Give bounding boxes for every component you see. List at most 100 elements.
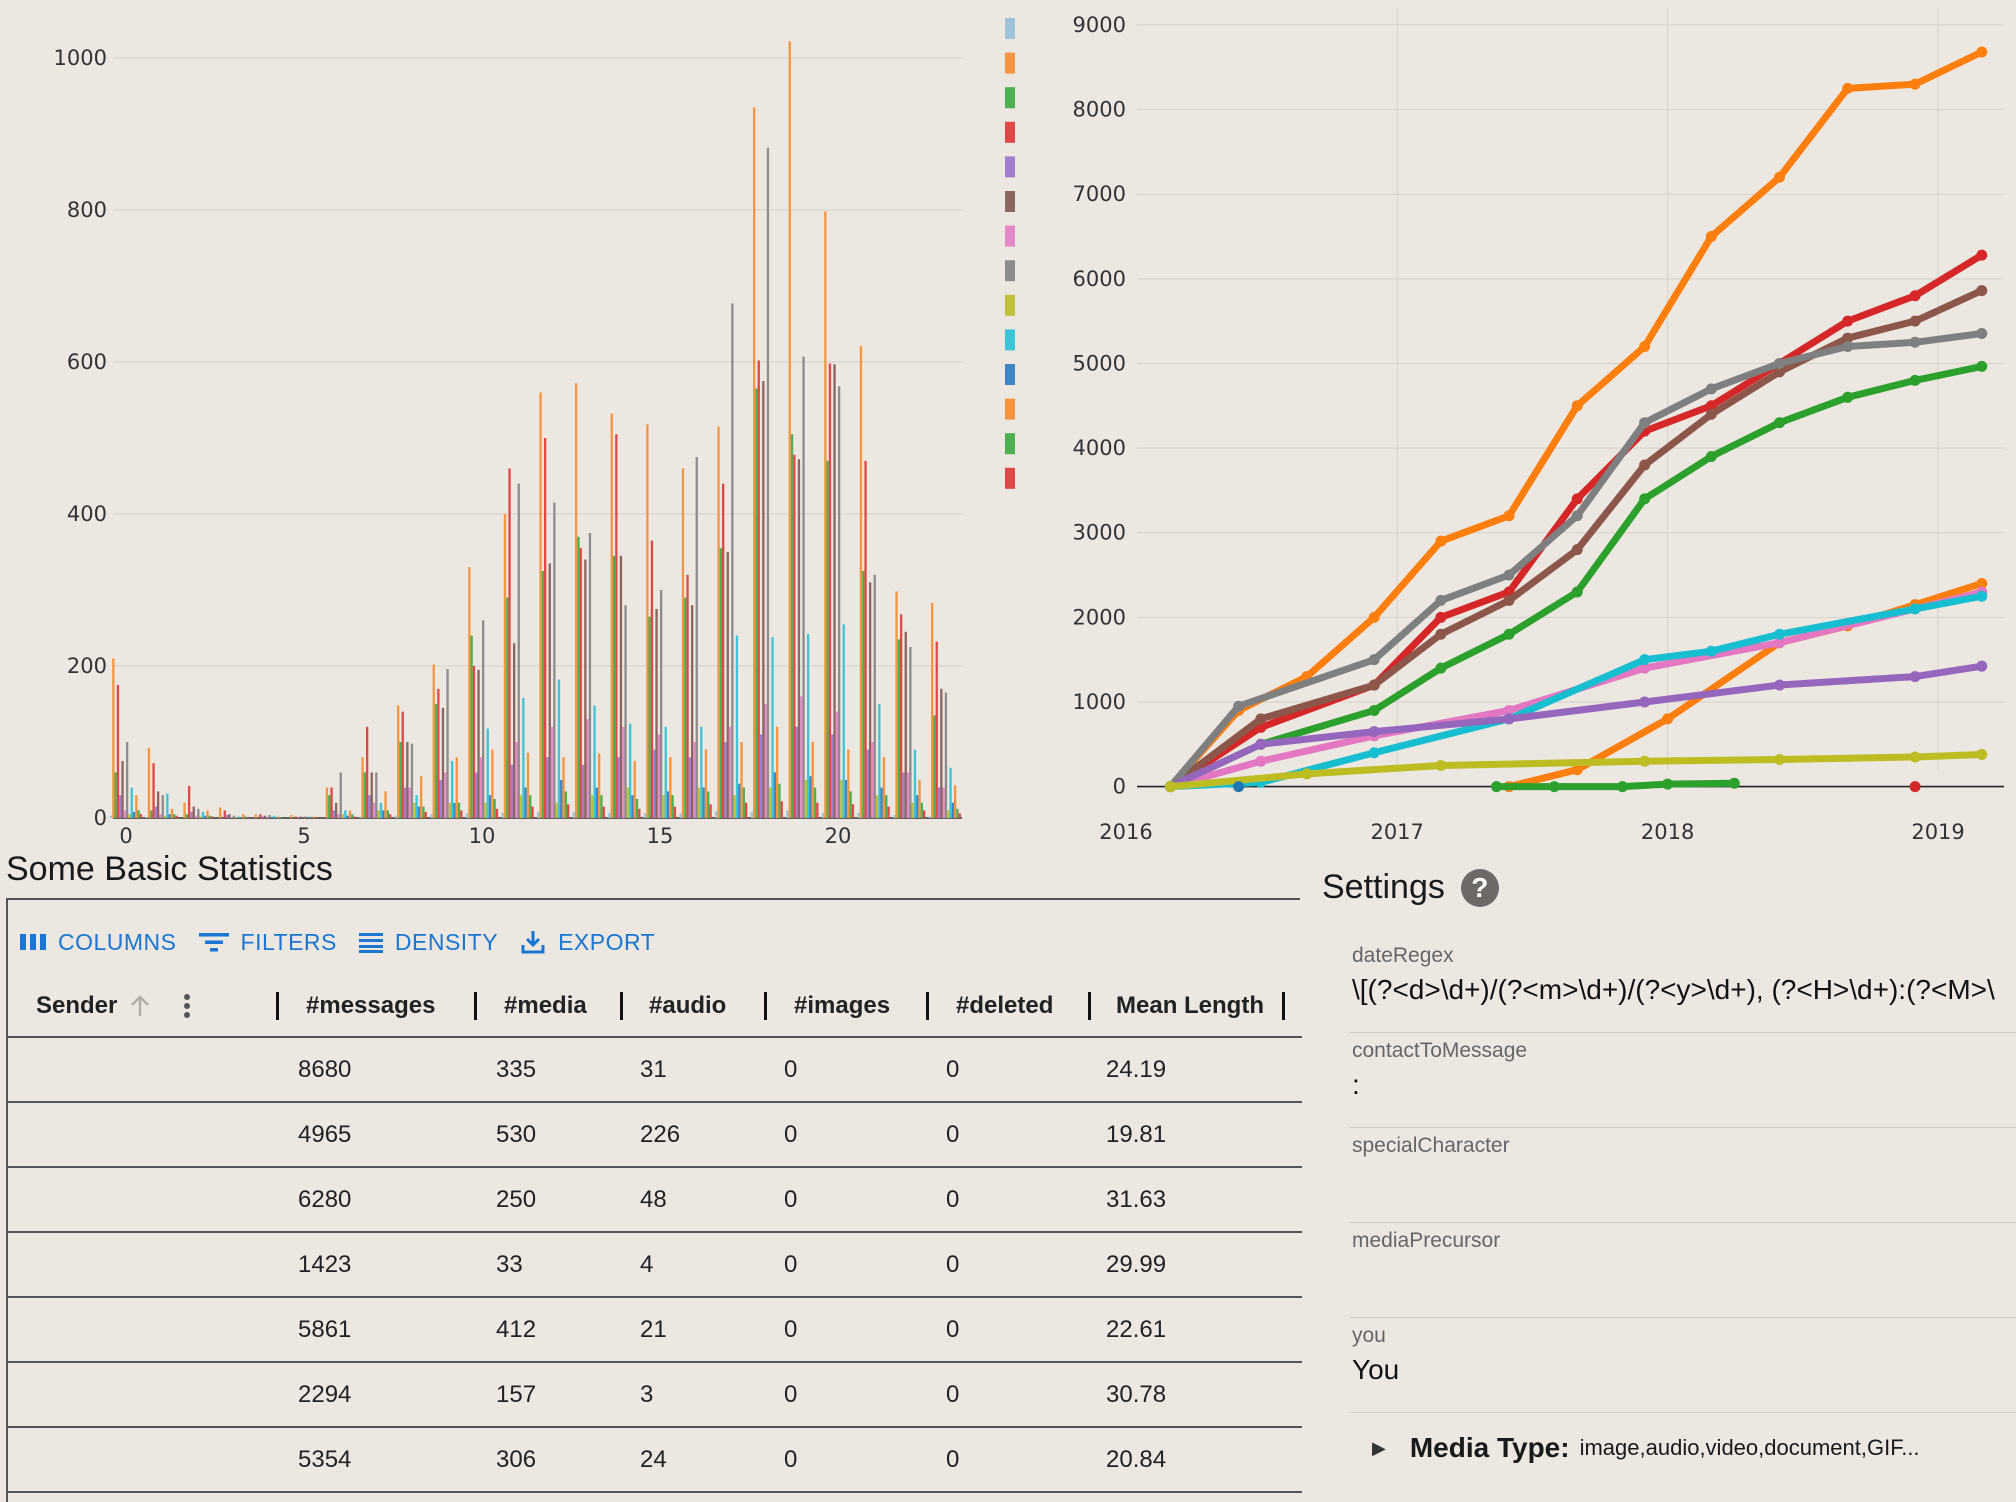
column-separator[interactable] xyxy=(474,992,477,1020)
data-point xyxy=(1571,544,1583,556)
bar xyxy=(197,808,200,818)
data-point xyxy=(1368,747,1380,759)
bar xyxy=(261,816,264,818)
bar xyxy=(935,641,938,818)
density-button[interactable]: DENSITY xyxy=(358,929,498,956)
header-sender[interactable]: Sender xyxy=(36,976,151,1036)
bar xyxy=(531,806,534,818)
bar xyxy=(432,664,435,818)
bar xyxy=(493,799,496,818)
header-audio[interactable]: #audio xyxy=(649,976,726,1036)
expand-arrow-icon[interactable]: ▶ xyxy=(1372,1438,1386,1459)
data-point xyxy=(1662,778,1674,790)
media-precursor-field[interactable]: mediaPrecursor xyxy=(1350,1229,2016,1318)
data-point xyxy=(1705,383,1717,395)
bar xyxy=(239,817,242,818)
export-button[interactable]: EXPORT xyxy=(520,929,655,956)
bar xyxy=(778,783,781,818)
bar xyxy=(377,810,380,818)
bar xyxy=(157,791,160,818)
table-row[interactable]: 5861 412 21 0 0 22.61 xyxy=(8,1298,1302,1363)
bar xyxy=(119,795,122,818)
special-character-field[interactable]: specialCharacter xyxy=(1350,1134,2016,1223)
column-menu-icon[interactable] xyxy=(183,976,191,1036)
table-row[interactable]: 8680 335 31 0 0 24.19 xyxy=(8,1038,1302,1103)
cell-mean-length: 24.19 xyxy=(1106,1055,1167,1083)
bar xyxy=(389,814,392,818)
bar xyxy=(593,705,596,818)
y-tick-label: 8000 xyxy=(1073,98,1126,122)
data-point xyxy=(1842,82,1854,94)
bar xyxy=(246,817,249,818)
you-field[interactable]: you You xyxy=(1350,1324,2016,1413)
bar xyxy=(757,360,760,818)
column-separator[interactable] xyxy=(1088,992,1091,1020)
header-mean-length[interactable]: Mean Length xyxy=(1116,976,1264,1036)
bar xyxy=(707,791,710,818)
data-point xyxy=(1255,713,1267,725)
sort-arrow-icon[interactable] xyxy=(129,994,151,1018)
bar xyxy=(918,780,921,818)
bar xyxy=(880,787,883,818)
bar xyxy=(842,624,845,818)
column-separator[interactable] xyxy=(764,992,767,1020)
column-separator[interactable] xyxy=(276,992,279,1020)
bar xyxy=(797,459,801,818)
bar xyxy=(479,757,482,818)
x-tick-label: 2017 xyxy=(1370,820,1423,844)
help-icon[interactable]: ? xyxy=(1460,868,1499,907)
x-tick-label: 10 xyxy=(469,824,496,848)
table-row[interactable]: 5354 306 24 0 0 20.84 xyxy=(8,1428,1302,1493)
date-regex-field[interactable]: dateRegex \[(?<d>\d+)/(?<m>\d+)/(?<y>\d+… xyxy=(1350,944,2016,1033)
bar xyxy=(804,780,807,818)
header-messages[interactable]: #messages xyxy=(306,976,435,1036)
bar xyxy=(135,795,138,818)
bar xyxy=(591,795,594,818)
bar xyxy=(441,707,445,818)
date-regex-label: dateRegex xyxy=(1352,944,1454,967)
column-separator[interactable] xyxy=(1282,992,1285,1020)
contact-to-message-input[interactable]: : xyxy=(1352,1069,1360,1101)
bar xyxy=(793,454,796,818)
bar xyxy=(909,647,912,818)
header-images[interactable]: #images xyxy=(794,976,890,1036)
y-tick-label: 6000 xyxy=(1073,267,1126,291)
bar xyxy=(451,761,454,818)
bar xyxy=(643,813,647,818)
bar xyxy=(857,812,860,818)
bar xyxy=(555,802,558,818)
table-row[interactable]: 2294 157 3 0 0 30.78 xyxy=(8,1363,1302,1428)
header-deleted[interactable]: #deleted xyxy=(956,976,1053,1036)
filters-button[interactable]: FILTERS xyxy=(198,929,337,956)
table-row[interactable]: 1423 33 4 0 0 29.99 xyxy=(8,1233,1302,1298)
bar xyxy=(114,772,117,818)
bar xyxy=(154,806,157,818)
header-media[interactable]: #media xyxy=(504,976,587,1036)
bar xyxy=(831,734,834,818)
column-separator[interactable] xyxy=(926,992,929,1020)
bar xyxy=(715,811,718,818)
you-input[interactable]: You xyxy=(1352,1354,1399,1386)
column-separator[interactable] xyxy=(620,992,623,1020)
bar xyxy=(290,814,293,818)
contact-to-message-field[interactable]: contactToMessage : xyxy=(1350,1039,2016,1128)
columns-button[interactable]: COLUMNS xyxy=(20,929,177,956)
bar xyxy=(444,772,447,818)
bar xyxy=(731,303,734,819)
bar xyxy=(595,787,598,818)
table-row[interactable]: 4965 530 226 0 0 19.81 xyxy=(8,1103,1302,1168)
bar xyxy=(524,787,527,818)
date-regex-input[interactable]: \[(?<d>\d+)/(?<m>\d+)/(?<y>\d+), (?<H>\d… xyxy=(1352,974,1995,1006)
bar xyxy=(353,816,356,818)
bar xyxy=(733,795,736,818)
table-row[interactable]: 6280 250 48 0 0 31.63 xyxy=(8,1168,1302,1233)
cell-deleted: 0 xyxy=(946,1185,960,1213)
bar xyxy=(223,810,226,818)
settings-title: Settings ? xyxy=(1322,868,1499,907)
cell-audio: 4 xyxy=(640,1250,654,1278)
media-type-expander[interactable]: ▶ Media Type: image,audio,video,document… xyxy=(1372,1432,1920,1464)
cell-images: 0 xyxy=(784,1315,798,1343)
data-point xyxy=(1976,748,1988,760)
bar xyxy=(849,791,852,818)
bar xyxy=(719,548,722,818)
